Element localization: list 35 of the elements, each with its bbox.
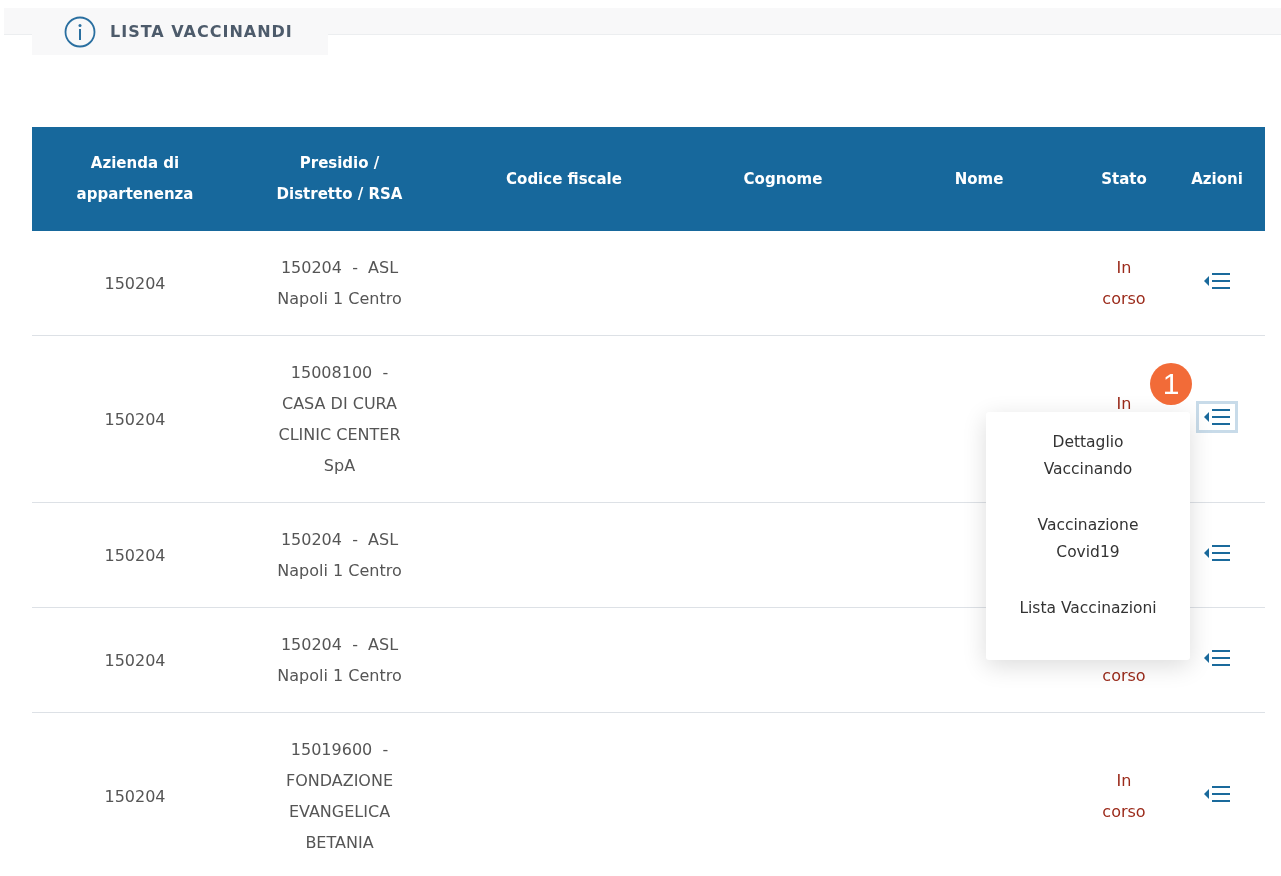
menu-item[interactable]: Vaccinazione Covid19	[1008, 511, 1168, 567]
status-text: In	[1116, 257, 1132, 279]
column-header: Azienda di appartenenza	[75, 153, 195, 205]
menu-icon	[1203, 407, 1231, 427]
callout-badge: 1	[1150, 363, 1192, 405]
status-text: corso	[1102, 665, 1146, 687]
info-icon	[64, 15, 96, 48]
table-cell-text: 15008100 - CASA DI CURA CLINIC CENTER SpA	[277, 362, 402, 477]
status-text: corso	[1102, 288, 1146, 310]
table-cell: 150204	[32, 607, 238, 713]
menu-icon	[1203, 784, 1231, 804]
column-header: Codice fiscale	[506, 168, 622, 190]
column-header: Azioni	[1191, 168, 1243, 190]
status-text: In	[1116, 393, 1132, 415]
menu-icon	[1203, 271, 1231, 291]
column-header: Stato	[1101, 168, 1147, 190]
actions-button[interactable]	[1196, 401, 1238, 433]
menu-item[interactable]: Dettaglio Vaccinando	[1008, 428, 1168, 484]
column-header: Nome	[954, 168, 1004, 190]
table-cell-text: 15019600 - FONDAZIONE EVANGELICA BETANIA	[284, 739, 395, 854]
status-text: corso	[1102, 801, 1146, 823]
table-cell: 150204	[32, 712, 238, 876]
table-cell-text: 150204 - ASL Napoli 1 Centro	[276, 634, 403, 687]
table-cell: 150204	[32, 502, 238, 608]
table-cell: 150204	[32, 231, 238, 336]
table-cell: 150204	[32, 335, 238, 503]
table-cell-text: 150204 - ASL Napoli 1 Centro	[276, 529, 403, 582]
table-cell-text: 150204 - ASL Napoli 1 Centro	[276, 257, 403, 310]
menu-item[interactable]: Lista Vaccinazioni	[1008, 594, 1168, 623]
menu-icon	[1203, 648, 1231, 668]
menu-icon	[1203, 543, 1231, 563]
column-header: Presidio / Distretto / RSA	[275, 153, 404, 205]
status-text: In	[1116, 770, 1132, 792]
column-header: Cognome	[743, 168, 823, 190]
section-title: LISTA VACCINANDI	[110, 22, 293, 41]
